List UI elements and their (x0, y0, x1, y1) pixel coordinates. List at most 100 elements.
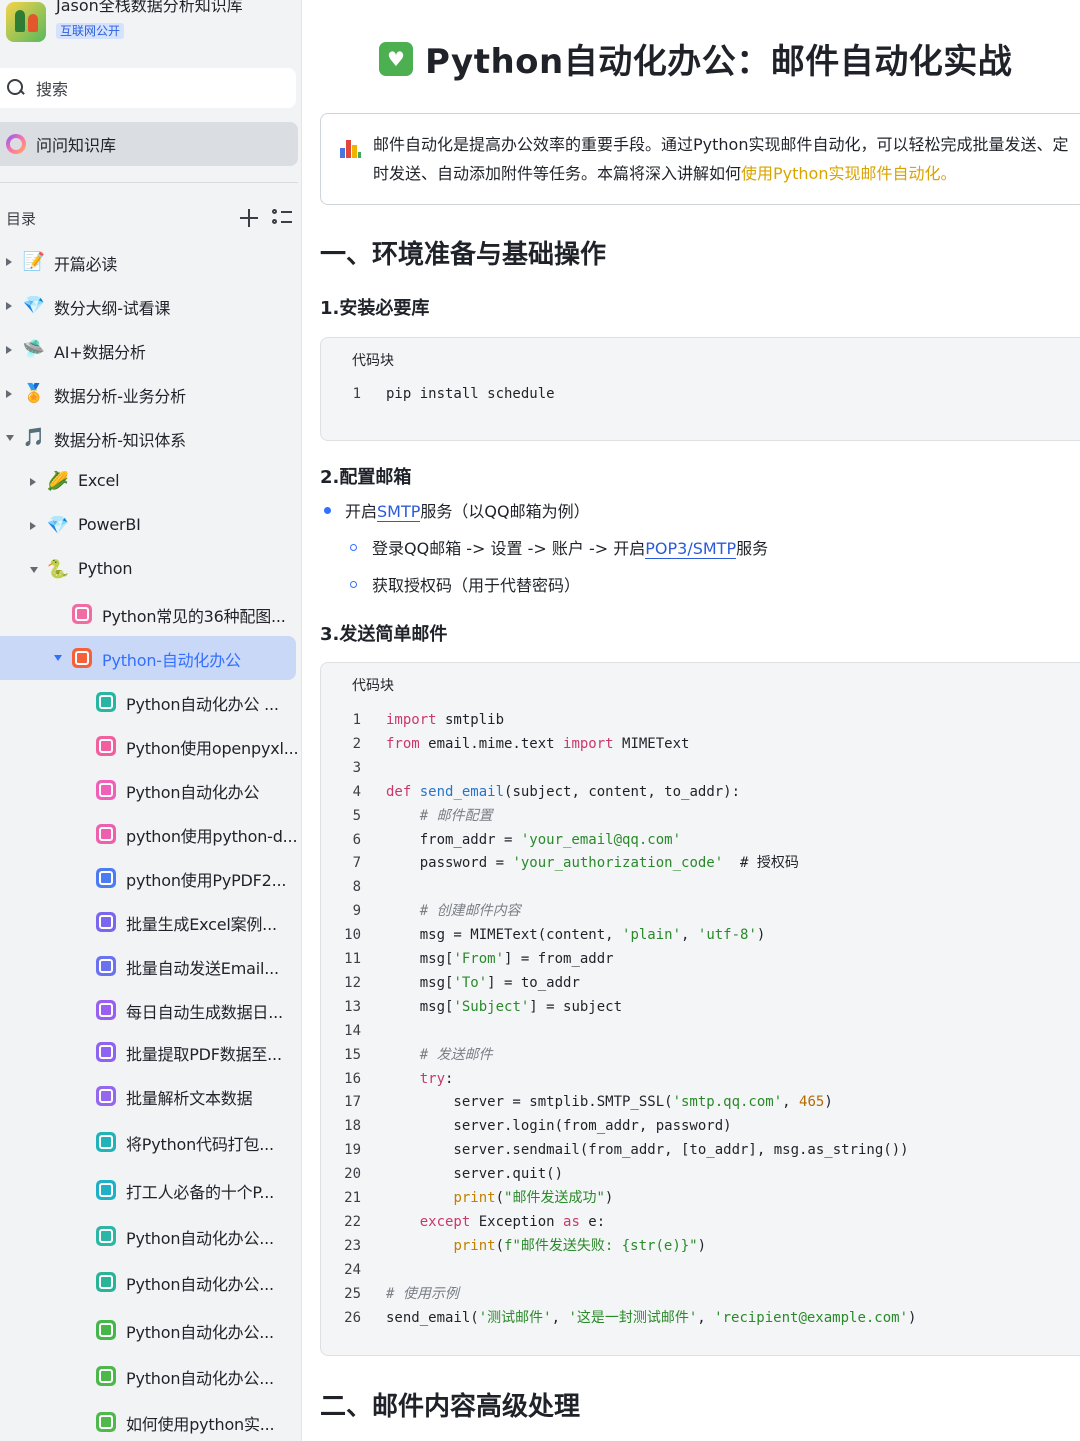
doc-teal-icon (96, 1272, 116, 1292)
toc-item[interactable]: 🏅 数据分析-业务分析 (0, 372, 296, 416)
line-number: 7 (352, 855, 361, 872)
toc-item[interactable]: 将Python代码打包... (0, 1120, 296, 1164)
line-number: 17 (344, 1094, 361, 1111)
code-text: send_email('测试邮件', '这是一封测试邮件', 'recipien… (386, 1309, 917, 1326)
line-number: 6 (352, 831, 361, 848)
heading-advanced-content: 二、邮件内容高级处理 (320, 1392, 581, 1422)
code-line: 4 def send_email(subject, content, to_add… (321, 780, 1080, 804)
ask-knowledge-base-button[interactable]: 问问知识库 (0, 122, 298, 166)
toc-item[interactable]: Python自动化办公... (0, 1214, 296, 1258)
toc-item[interactable]: 打工人必备的十个P... (0, 1168, 296, 1212)
toc-item[interactable]: 🐍 Python (0, 548, 296, 592)
line-number: 14 (344, 1022, 361, 1039)
knowledge-base-title: Jason全栈数据分析知识库 (56, 0, 243, 15)
code-line: 19 server.sendmail(from_addr, [to_addr],… (321, 1138, 1080, 1162)
toc-item-label: python使用python-d... (126, 827, 298, 846)
toc-item[interactable]: Python常见的36种配图... (0, 592, 296, 636)
toc-item[interactable]: Python自动化办公 ... (0, 680, 296, 724)
toc-item[interactable]: 每日自动生成数据日... (0, 988, 296, 1032)
toc-item-label: PowerBI (78, 515, 141, 534)
code-line: 11 msg['From'] = from_addr (321, 947, 1080, 971)
toc-item[interactable]: python使用PyPDF2... (0, 856, 296, 900)
toc-item[interactable]: 📝 开篇必读 (0, 240, 296, 284)
pop3-smtp-link[interactable]: POP3/SMTP (645, 539, 737, 559)
code-line: 15 # 发送邮件 (321, 1043, 1080, 1067)
code-line: 1 pip install schedule (321, 382, 1080, 406)
toc-item[interactable]: Python自动化办公... (0, 1308, 296, 1352)
toc-title: 目录 (6, 209, 37, 228)
collapse-caret-icon[interactable] (6, 435, 14, 441)
code-line: 16 try: (321, 1067, 1080, 1091)
code-text: # 创建邮件内容 (419, 903, 521, 920)
code-line: 13 msg['Subject'] = subject (321, 995, 1080, 1019)
toc-item[interactable]: 💎 PowerBI (0, 504, 296, 548)
expand-caret-icon[interactable] (6, 258, 12, 266)
toc-item[interactable]: 🌽 Excel (0, 460, 296, 504)
code-text: server.login(from_addr, password) (386, 1118, 732, 1135)
public-badge: 互联网公开 (56, 23, 125, 39)
toc-item[interactable]: 🛸 AI+数据分析 (0, 328, 296, 372)
collapse-caret-icon[interactable] (30, 567, 38, 573)
expand-caret-icon[interactable] (6, 302, 12, 310)
doc-teal-icon (96, 1180, 116, 1200)
code-line: 6 from_addr = 'your_email@qq.com' (321, 828, 1080, 852)
toc-item[interactable]: Python-自动化办公 (0, 636, 296, 680)
toc-item[interactable]: Python自动化办公 (0, 768, 296, 812)
expand-caret-icon[interactable] (6, 346, 12, 354)
doc-teal-icon (96, 1226, 116, 1246)
toc-item[interactable]: 🎵 数据分析-知识体系 (0, 416, 296, 460)
callout-highlight: 使用Python实现邮件自动化。 (741, 164, 957, 183)
collapse-caret-icon[interactable] (54, 655, 62, 661)
add-doc-icon[interactable] (240, 209, 258, 227)
corn-icon: 🌽 (46, 471, 70, 492)
code-line: 3 (321, 756, 1080, 780)
toc-item-label: 开篇必读 (54, 255, 118, 274)
toc-item[interactable]: Python自动化办公... (0, 1354, 296, 1398)
code-line: 10 msg = MIMEText(content, 'plain', 'utf… (321, 923, 1080, 947)
toc-item[interactable]: Python使用openpyxl... (0, 724, 299, 768)
code-text: from_addr = 'your_email@qq.com' (386, 831, 682, 848)
code-line: 7 password = 'your_authorization_code' #… (321, 851, 1080, 875)
doc-blue-icon (96, 868, 116, 888)
page-title-text: Python自动化办公：邮件自动化实战 (425, 42, 1013, 82)
code-line: 8 (321, 875, 1080, 899)
code-line: 20 server.quit() (321, 1162, 1080, 1186)
toc-item-label: 批量解析文本数据 (126, 1089, 253, 1108)
doc-purple-icon (96, 912, 116, 932)
toc-item-label: 每日自动生成数据日... (126, 1003, 283, 1022)
code-block-install[interactable]: 代码块 1 pip install schedule (320, 337, 1080, 441)
code-text: except Exception as e: (419, 1213, 606, 1230)
callout-text: 邮件自动化是提高办公效率的重要手段。通过Python实现邮件自动化，可以轻松完成… (373, 135, 1069, 183)
code-block-send-email[interactable]: 代码块 1 import smtplib 2 from email.mime.text… (320, 662, 1080, 1356)
doc-violet-icon (96, 1000, 116, 1020)
expand-caret-icon[interactable] (30, 522, 36, 530)
code-text: server.quit() (386, 1166, 564, 1183)
toc-item-label: 将Python代码打包... (126, 1135, 274, 1154)
toc-item[interactable]: 批量自动发送Email... (0, 944, 296, 988)
code-line: 5 # 邮件配置 (321, 804, 1080, 828)
line-number: 22 (344, 1213, 361, 1230)
smtp-link[interactable]: SMTP (377, 502, 421, 522)
ai-ring-icon (6, 134, 26, 154)
toc-item-label: Python-自动化办公 (102, 651, 241, 670)
toc-item[interactable]: 💎 数分大纲-试看课 (0, 284, 296, 328)
toc-item-label: 数据分析-知识体系 (54, 431, 186, 450)
bullet-dot (324, 507, 331, 514)
knowledge-base-brand[interactable]: Jason全栈数据分析知识库 互联网公开 (6, 0, 243, 48)
doc-red-icon (72, 648, 92, 668)
toc-item[interactable]: Python自动化办公... (0, 1260, 296, 1304)
toc-item-label: Python自动化办公... (126, 1275, 274, 1294)
toc-item[interactable]: 批量生成Excel案例... (0, 900, 296, 944)
search-button[interactable]: 搜索 (0, 68, 296, 108)
expand-caret-icon[interactable] (6, 390, 12, 398)
toc-item[interactable]: 批量解析文本数据 (0, 1074, 296, 1118)
toc-item-label: 数分大纲-试看课 (54, 299, 171, 318)
doc-pink-icon (96, 780, 116, 800)
sub-bullet-circle (350, 581, 357, 588)
toc-list-icon[interactable] (272, 209, 292, 227)
expand-caret-icon[interactable] (30, 478, 36, 486)
toc-item[interactable]: 如何使用python实... (0, 1400, 296, 1441)
green-heart-icon (379, 41, 413, 76)
toc-item[interactable]: 批量提取PDF数据至... (0, 1030, 296, 1074)
toc-item[interactable]: python使用python-d... (0, 812, 298, 856)
